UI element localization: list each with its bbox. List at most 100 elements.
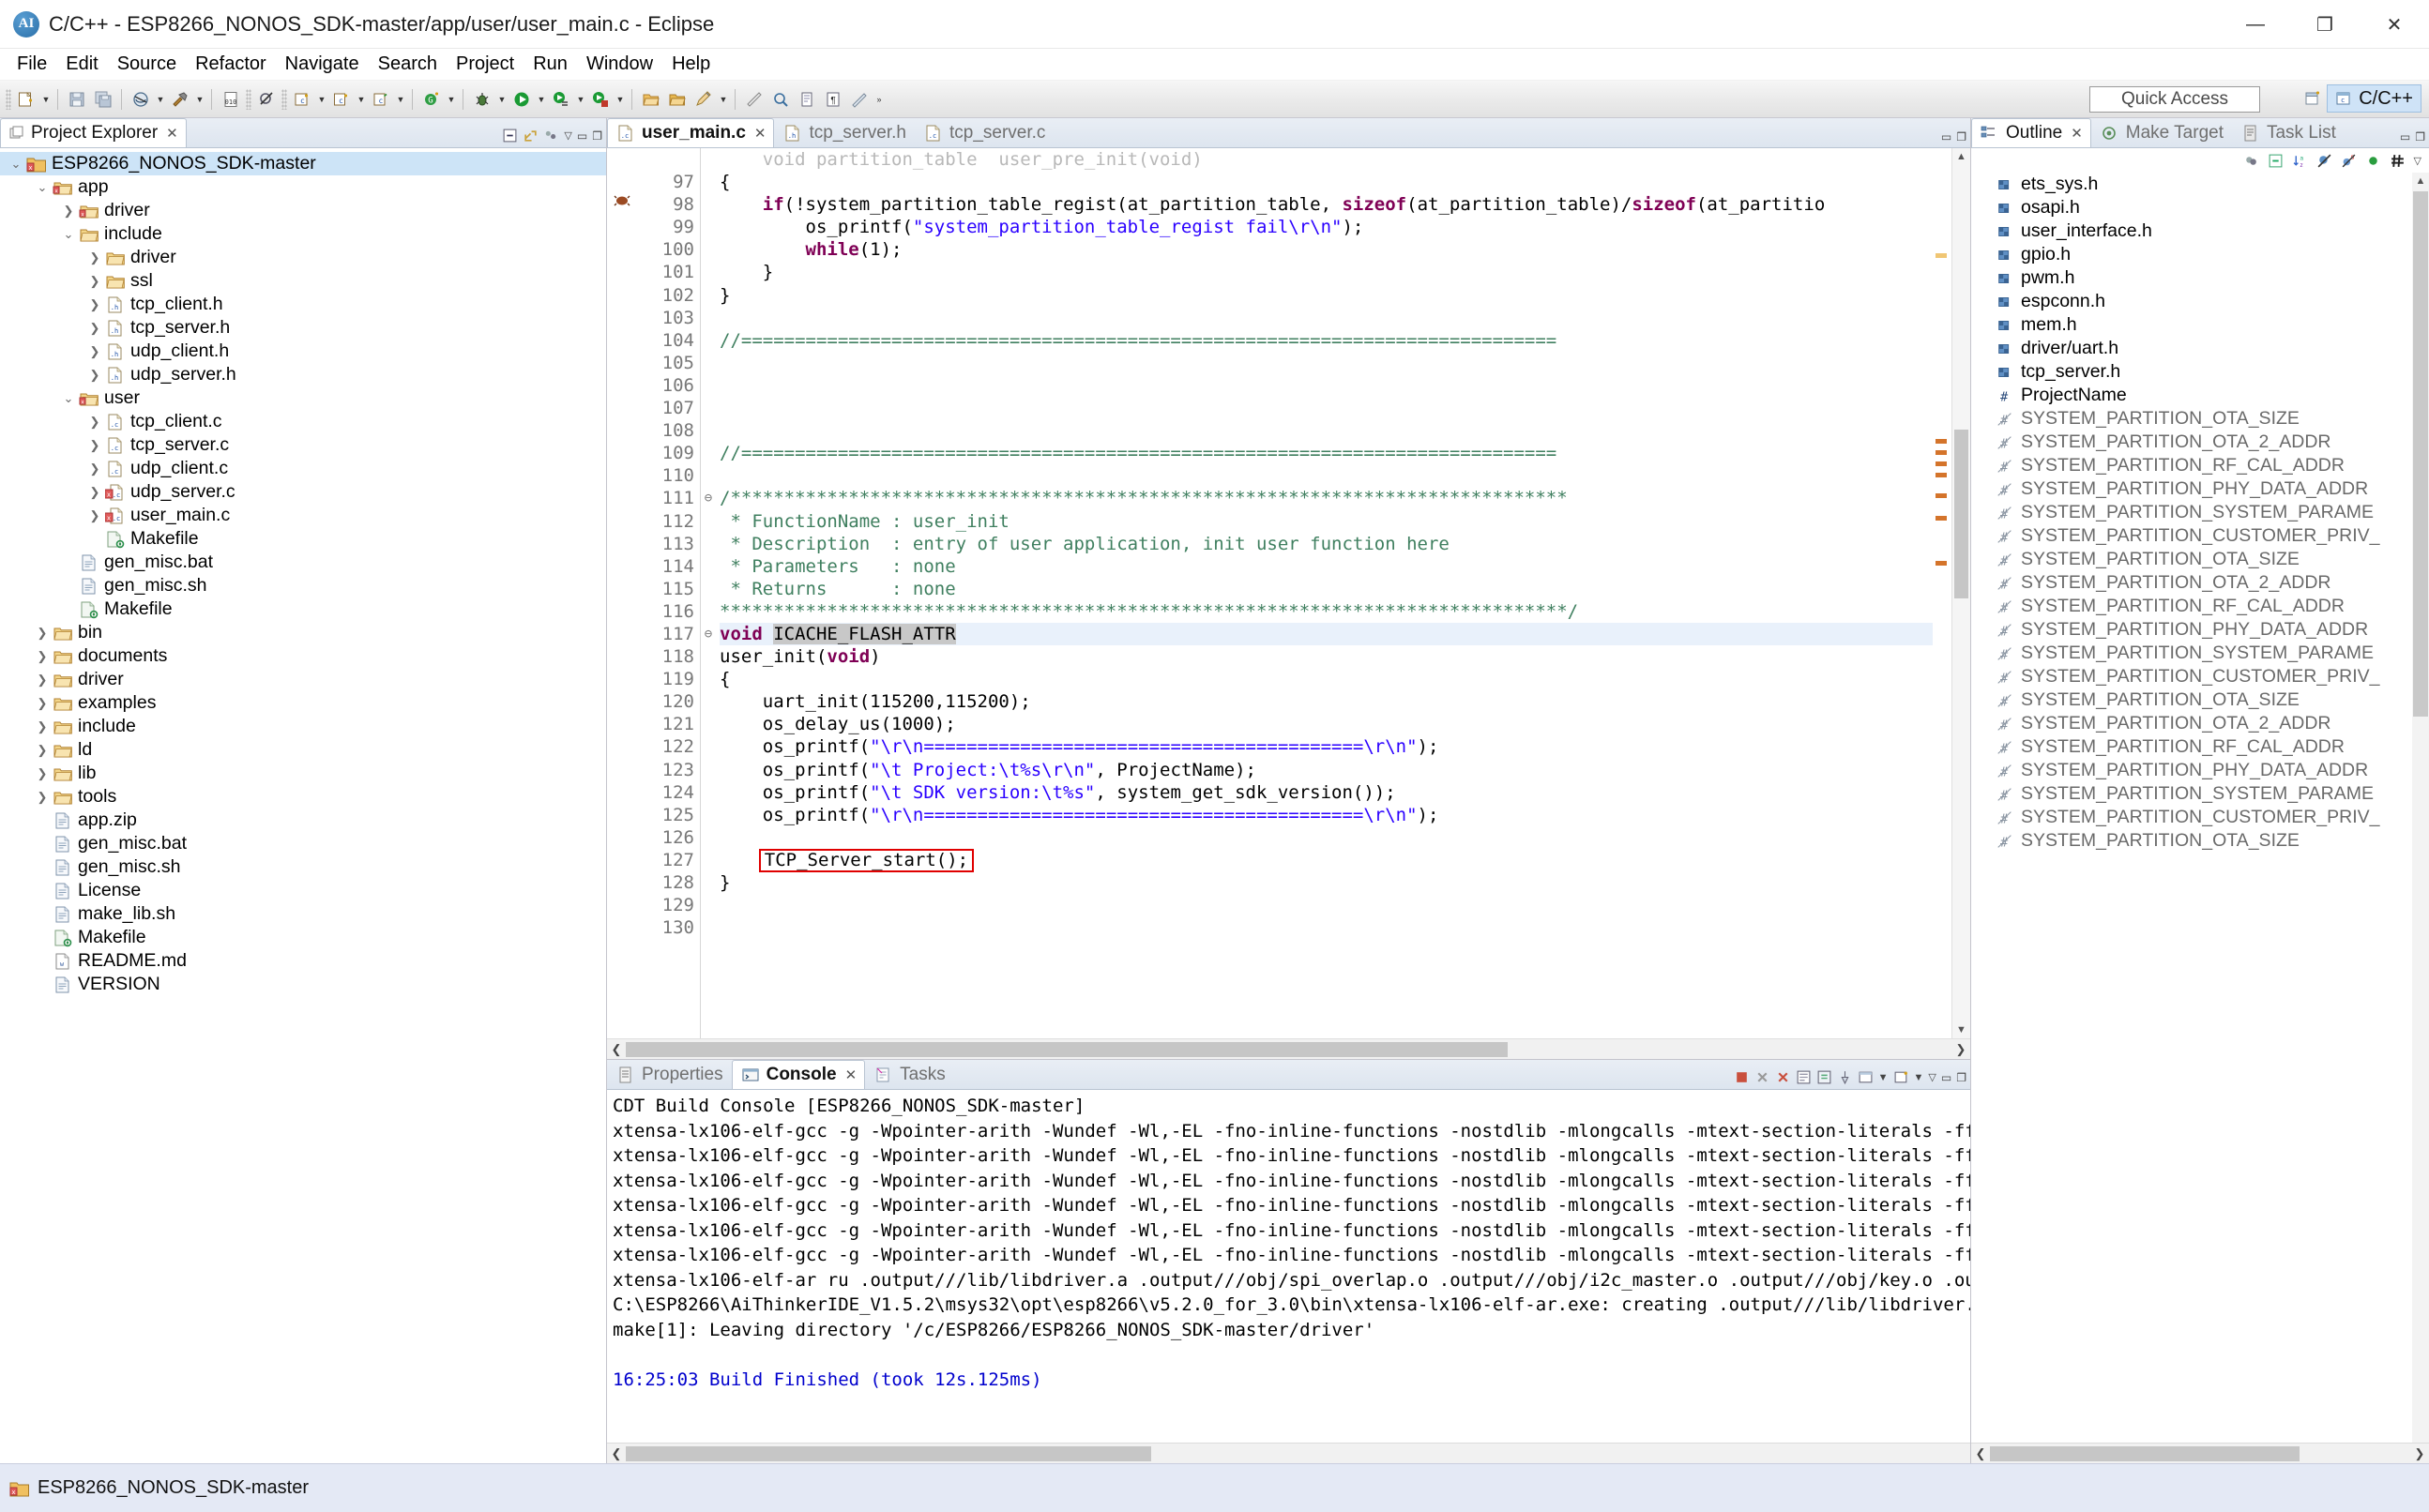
- breakpoint-icon[interactable]: [614, 192, 630, 209]
- scroll-thumb[interactable]: [2413, 191, 2428, 717]
- focus-on-active-task-icon[interactable]: [2243, 153, 2259, 169]
- code-line[interactable]: [720, 419, 1933, 442]
- chevron-right-icon[interactable]: ❯: [84, 344, 105, 359]
- maximize-view-icon[interactable]: ❐: [592, 129, 602, 143]
- chevron-right-icon[interactable]: ❯: [32, 626, 53, 641]
- editor-tab-user_main-c[interactable]: .c user_main.c ✕: [607, 118, 775, 147]
- edit-dropdown-icon[interactable]: ▼: [717, 87, 730, 112]
- code-line[interactable]: {: [720, 171, 1933, 193]
- tree-item[interactable]: gen_misc.sh: [0, 574, 606, 597]
- close-icon[interactable]: ✕: [754, 125, 767, 142]
- code-line[interactable]: os_printf("\t Project:\t%s\r\n", Project…: [720, 759, 1933, 781]
- tree-item[interactable]: ❯ bin: [0, 621, 606, 644]
- hide-fields-icon[interactable]: [2316, 153, 2332, 169]
- remove-launch-icon[interactable]: [1754, 1069, 1770, 1085]
- code-line[interactable]: [720, 374, 1933, 397]
- terminate-icon[interactable]: [1734, 1069, 1750, 1085]
- code-line[interactable]: //======================================…: [720, 329, 1933, 352]
- chevron-right-icon[interactable]: ❯: [32, 743, 53, 758]
- chevron-down-icon[interactable]: ⌄: [58, 391, 79, 406]
- tree-item[interactable]: ❯ .c tcp_client.c: [0, 410, 606, 433]
- code-line[interactable]: [720, 352, 1933, 374]
- outline-tab-Make-Target[interactable]: Make Target: [2091, 118, 2232, 147]
- tree-item[interactable]: ❯ .h tcp_server.h: [0, 316, 606, 340]
- tree-item[interactable]: ❯ x driver: [0, 199, 606, 222]
- code-line[interactable]: }: [720, 261, 1933, 283]
- close-icon[interactable]: ✕: [845, 1066, 858, 1083]
- code-line[interactable]: os_delay_us(1000);: [720, 713, 1933, 735]
- code-line[interactable]: [720, 307, 1933, 329]
- edit-pencil-icon[interactable]: [691, 87, 716, 112]
- code-line[interactable]: }: [720, 871, 1933, 894]
- scroll-lock-icon[interactable]: [1816, 1069, 1832, 1085]
- outline-item[interactable]: osapi.h: [1971, 196, 2429, 219]
- code-line[interactable]: {: [720, 668, 1933, 690]
- folding-ruler[interactable]: ⊖ ⊖: [701, 148, 716, 1038]
- open-folder-icon[interactable]: [639, 87, 663, 112]
- outline-item[interactable]: # SYSTEM_PARTITION_CUSTOMER_PRIV_: [1971, 524, 2429, 548]
- code-line[interactable]: os_printf("system_partition_table_regist…: [720, 216, 1933, 238]
- menu-edit[interactable]: Edit: [56, 52, 107, 77]
- console-view-menu-icon[interactable]: ▽: [1928, 1071, 1936, 1083]
- outline-item[interactable]: pwm.h: [1971, 266, 2429, 290]
- chevron-right-icon[interactable]: ❯: [84, 250, 105, 265]
- code-line[interactable]: [720, 826, 1933, 849]
- tree-item[interactable]: w README.md: [0, 949, 606, 973]
- outline-item[interactable]: # SYSTEM_PARTITION_RF_CAL_ADDR: [1971, 735, 2429, 759]
- scroll-right-arrow-icon[interactable]: ❯: [1951, 1042, 1970, 1057]
- scroll-down-arrow-icon[interactable]: ▼: [1952, 1021, 1970, 1038]
- chevron-right-icon[interactable]: ❯: [84, 321, 105, 336]
- code-line[interactable]: * Returns : none: [720, 578, 1933, 600]
- code-line[interactable]: [720, 397, 1933, 419]
- console-horizontal-scrollbar[interactable]: ❮: [607, 1443, 1970, 1463]
- maximize-editor-icon[interactable]: ❐: [1956, 130, 1966, 144]
- sort-icon[interactable]: az: [2292, 153, 2308, 169]
- tree-item[interactable]: Makefile: [0, 926, 606, 949]
- code-line[interactable]: while(1);: [720, 238, 1933, 261]
- code-line[interactable]: * Parameters : none: [720, 555, 1933, 578]
- outline-vertical-scrollbar[interactable]: ▲: [2412, 173, 2429, 1443]
- code-line[interactable]: }: [720, 284, 1933, 307]
- outline-item[interactable]: user_interface.h: [1971, 219, 2429, 243]
- tree-item[interactable]: ❯ include: [0, 715, 606, 738]
- scroll-left-arrow-icon[interactable]: ❮: [1971, 1446, 1990, 1461]
- hscroll-thumb[interactable]: [626, 1041, 1508, 1057]
- outline-item[interactable]: # SYSTEM_PARTITION_OTA_2_ADDR: [1971, 712, 2429, 735]
- skip-breakpoints-icon[interactable]: [254, 87, 279, 112]
- code-line[interactable]: os_printf("\t SDK version:\t%s", system_…: [720, 781, 1933, 804]
- outline-item[interactable]: mem.h: [1971, 313, 2429, 337]
- editor-tab-tcp_server-c[interactable]: .c tcp_server.c: [915, 118, 1054, 147]
- overview-annotation-ruler[interactable]: [1933, 148, 1951, 1038]
- code-line[interactable]: user_init(void): [720, 645, 1933, 668]
- code-line[interactable]: TCP_Server_start();: [720, 848, 1933, 872]
- tree-item[interactable]: gen_misc.sh: [0, 855, 606, 879]
- tree-item[interactable]: ❯ ssl: [0, 269, 606, 293]
- chevron-right-icon[interactable]: ❯: [32, 649, 53, 664]
- maximize-console-icon[interactable]: ❐: [1956, 1071, 1966, 1084]
- tree-item[interactable]: ❯ driver: [0, 246, 606, 269]
- clear-console-icon[interactable]: [1796, 1069, 1812, 1085]
- outline-item[interactable]: # SYSTEM_PARTITION_CUSTOMER_PRIV_: [1971, 806, 2429, 829]
- outline-tab-Outline[interactable]: Outline ✕: [1971, 118, 2091, 147]
- tree-item[interactable]: ⌄ x user: [0, 386, 606, 410]
- perspective-ccpp-button[interactable]: c C/C++: [2327, 84, 2421, 113]
- tab-project-explorer[interactable]: Project Explorer ✕: [0, 118, 187, 147]
- run-stop-dropdown-icon[interactable]: ▼: [614, 87, 627, 112]
- hammer-build-icon[interactable]: [168, 87, 192, 112]
- code-line[interactable]: * Description : entry of user applicatio…: [720, 533, 1933, 555]
- scroll-right-arrow-icon[interactable]: ❯: [2410, 1446, 2429, 1461]
- editor-horizontal-scrollbar[interactable]: ❮ ❯: [607, 1038, 1970, 1059]
- run-dropdown-icon[interactable]: ▼: [535, 87, 548, 112]
- hide-non-public-icon[interactable]: [2365, 153, 2381, 169]
- minimize-outline-icon[interactable]: ▭: [2400, 130, 2410, 144]
- c-element-icon[interactable]: c: [369, 87, 393, 112]
- chevron-right-icon[interactable]: ❯: [32, 766, 53, 781]
- outline-item[interactable]: # SYSTEM_PARTITION_OTA_SIZE: [1971, 688, 2429, 712]
- outline-item[interactable]: # SYSTEM_PARTITION_RF_CAL_ADDR: [1971, 595, 2429, 618]
- outline-view-menu-icon[interactable]: ▽: [2414, 155, 2421, 167]
- new-c-class-dropdown-icon[interactable]: ▼: [315, 87, 328, 112]
- chevron-down-icon[interactable]: ⌄: [6, 157, 26, 172]
- new-c-class-icon[interactable]: c: [290, 87, 314, 112]
- code-line[interactable]: uart_init(115200,115200);: [720, 690, 1933, 713]
- editor-tab-tcp_server-h[interactable]: .h tcp_server.h: [774, 118, 915, 147]
